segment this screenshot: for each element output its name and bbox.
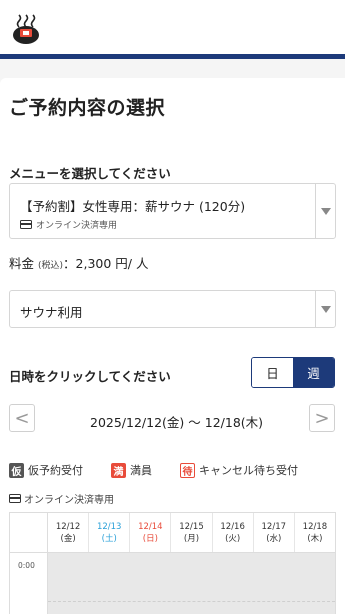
legend-machi: 待 キャンセル待ち受付 xyxy=(180,462,298,478)
day-view-button[interactable]: 日 xyxy=(252,358,293,387)
time-slot-grid[interactable] xyxy=(48,553,335,614)
day-dow: (月) xyxy=(183,533,200,544)
date-range-label: 2025/12/12(金) 〜 12/18(木) xyxy=(90,415,264,430)
next-week-button[interactable]: > xyxy=(309,404,335,432)
online-only-label: オンライン決済専用 xyxy=(24,495,114,506)
menu-selected-value: 【予約割】女性専用：薪サウナ (120分) xyxy=(20,199,246,214)
calendar-header: 12/12 (金) 12/13 (土) 12/14 (日) 12/15 (月) … xyxy=(10,513,335,553)
day-date: 12/12 xyxy=(55,521,81,532)
price-value: ：2,300 円/ 人 xyxy=(63,256,149,271)
day-header[interactable]: 12/12 (金) xyxy=(48,513,90,552)
menu-select[interactable]: 【予約割】女性専用：薪サウナ (120分) オンライン決済専用 xyxy=(9,183,336,239)
menu-payment-note-label: オンライン決済専用 xyxy=(36,221,118,231)
day-header[interactable]: 12/18 (木) xyxy=(295,513,335,552)
legend-kari: 仮 仮予約受付 xyxy=(9,462,83,478)
chevron-down-icon[interactable] xyxy=(315,291,335,327)
prev-week-button[interactable]: < xyxy=(9,404,35,432)
header-accent-bar xyxy=(0,54,345,59)
time-column-header xyxy=(10,513,48,552)
header xyxy=(0,0,345,59)
day-date: 12/14 xyxy=(138,521,163,532)
day-dow: (金) xyxy=(60,533,76,544)
credit-card-icon xyxy=(9,494,21,503)
day-dow: (土) xyxy=(101,533,117,544)
day-date: 12/13 xyxy=(96,521,122,532)
calendar-body: 0:00 xyxy=(10,553,335,614)
chevron-right-icon: > xyxy=(314,407,330,429)
week-calendar: 12/12 (金) 12/13 (土) 12/14 (日) 12/15 (月) … xyxy=(9,512,336,614)
day-date: 12/16 xyxy=(220,521,245,532)
day-dow: (木) xyxy=(307,533,323,544)
day-header[interactable]: 12/15 (月) xyxy=(171,513,213,552)
price-label: 料金 xyxy=(9,256,35,271)
day-header[interactable]: 12/16 (火) xyxy=(213,513,254,552)
menu-section-label: メニューを選択してください xyxy=(9,166,171,181)
price-text: 料金 (税込)：2,300 円/ 人 xyxy=(9,253,148,272)
chevron-left-icon: < xyxy=(14,407,30,429)
sauna-select[interactable]: サウナ利用 xyxy=(9,290,336,328)
day-dow: (日) xyxy=(142,533,158,544)
kari-label: 仮予約受付 xyxy=(28,464,83,477)
price-tax-note: (税込) xyxy=(38,261,64,271)
time-label: 0:00 xyxy=(10,553,48,614)
day-dow: (水) xyxy=(266,533,282,544)
machi-badge: 待 xyxy=(180,462,195,478)
datetime-section-label: 日時をクリックしてください xyxy=(9,369,171,384)
man-badge: 満 xyxy=(111,462,126,478)
view-toggle[interactable]: 日 週 xyxy=(251,357,335,388)
credit-card-icon xyxy=(20,220,32,229)
menu-payment-note: オンライン決済専用 xyxy=(20,218,117,231)
day-header[interactable]: 12/13 (土) xyxy=(89,513,131,552)
sauna-selected-value: サウナ利用 xyxy=(20,305,83,320)
man-label: 満員 xyxy=(130,464,152,477)
half-hour-divider xyxy=(48,601,335,602)
day-date: 12/18 xyxy=(302,521,328,532)
machi-label: キャンセル待ち受付 xyxy=(199,464,298,477)
kari-badge: 仮 xyxy=(9,462,24,478)
day-header[interactable]: 12/14 (日) xyxy=(130,513,172,552)
day-dow: (火) xyxy=(225,533,241,544)
legend-man: 満 満員 xyxy=(111,462,152,478)
week-view-button[interactable]: 週 xyxy=(293,358,334,387)
day-header[interactable]: 12/17 (水) xyxy=(254,513,295,552)
page-title: ご予約内容の選択 xyxy=(9,97,166,119)
legend-online-only: オンライン決済専用 xyxy=(9,491,114,506)
chevron-down-icon[interactable] xyxy=(315,184,335,238)
day-date: 12/15 xyxy=(179,521,204,532)
onsen-logo-icon[interactable] xyxy=(7,10,45,46)
day-date: 12/17 xyxy=(261,521,287,532)
